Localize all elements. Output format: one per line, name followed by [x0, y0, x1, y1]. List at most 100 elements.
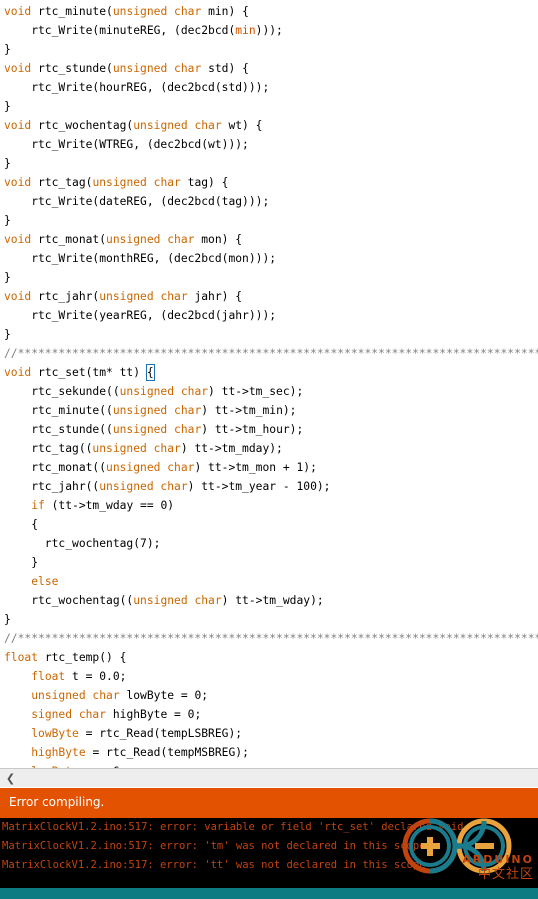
- scroll-left-arrow-icon[interactable]: ❮: [2, 769, 19, 787]
- code-line[interactable]: if (tt->tm_wday == 0): [0, 496, 538, 515]
- code-line[interactable]: void rtc_wochentag(unsigned char wt) {: [0, 116, 538, 135]
- code-line[interactable]: rtc_jahr((unsigned char) tt->tm_year - 1…: [0, 477, 538, 496]
- horizontal-scrollbar[interactable]: ❮: [0, 768, 538, 787]
- code-line[interactable]: }: [0, 553, 538, 572]
- code-token: unsigned char: [31, 689, 120, 702]
- code-token: unsigned char: [133, 119, 229, 132]
- code-token: unsigned char: [133, 594, 222, 607]
- code-line[interactable]: rtc_wochentag(7);: [0, 534, 538, 553]
- code-line[interactable]: void rtc_set(tm* tt) {: [0, 363, 538, 382]
- code-line[interactable]: float rtc_temp() {: [0, 648, 538, 667]
- code-line[interactable]: }: [0, 40, 538, 59]
- code-line[interactable]: rtc_stunde((unsigned char) tt->tm_hour);: [0, 420, 538, 439]
- code-token: ) tt->tm_mday);: [180, 442, 283, 455]
- code-line[interactable]: rtc_Write(minuteREG, (dec2bcd(min)));: [0, 21, 538, 40]
- code-line[interactable]: void rtc_minute(unsigned char min) {: [0, 2, 538, 21]
- code-line[interactable]: }: [0, 154, 538, 173]
- code-line[interactable]: rtc_Write(yearREG, (dec2bcd(jahr)));: [0, 306, 538, 325]
- code-line[interactable]: {: [0, 515, 538, 534]
- code-token: tag) {: [187, 176, 229, 189]
- console-error-line: MatrixClockV1.2.ino:517: error: 'tt' was…: [2, 859, 426, 871]
- code-token: rtc_sekunde((: [4, 385, 120, 398]
- code-line[interactable]: rtc_Write(hourREG, (dec2bcd(std)));: [0, 78, 538, 97]
- code-line[interactable]: signed char highByte = 0;: [0, 705, 538, 724]
- code-token: ) tt->tm_min);: [201, 404, 297, 417]
- code-line[interactable]: rtc_tag((unsigned char) tt->tm_mday);: [0, 439, 538, 458]
- code-token: if: [31, 499, 45, 512]
- code-token: rtc_jahr(: [38, 290, 100, 303]
- code-line[interactable]: rtc_monat((unsigned char) tt->tm_mon + 1…: [0, 458, 538, 477]
- code-token: else: [31, 575, 59, 588]
- code-token: unsigned char: [92, 442, 181, 455]
- code-token: unsigned char: [99, 480, 188, 493]
- code-line[interactable]: void rtc_tag(unsigned char tag) {: [0, 173, 538, 192]
- code-line[interactable]: highByte = rtc_Read(tempMSBREG);: [0, 743, 538, 762]
- code-token: ) tt->tm_mon + 1);: [194, 461, 317, 474]
- code-token: float: [4, 651, 45, 664]
- code-token: highByte = 0;: [106, 708, 202, 721]
- code-token: rtc_jahr((: [4, 480, 100, 493]
- code-token: {: [4, 518, 39, 531]
- code-token: void: [4, 62, 39, 75]
- code-token: }: [4, 556, 39, 569]
- code-token: unsigned char: [106, 233, 202, 246]
- arduino-ide-window: void rtc_minute(unsigned char min) { rtc…: [0, 0, 538, 899]
- code-line[interactable]: void rtc_stunde(unsigned char std) {: [0, 59, 538, 78]
- code-line[interactable]: rtc_Write(monthREG, (dec2bcd(mon)));: [0, 249, 538, 268]
- code-token: (tt->tm_wday == 0): [44, 499, 175, 512]
- code-token: }: [4, 271, 11, 284]
- code-token: ) tt->tm_year - 100);: [187, 480, 331, 493]
- code-token: rtc_minute(: [38, 5, 113, 18]
- code-line[interactable]: float t = 0.0;: [0, 667, 538, 686]
- console-output[interactable]: MatrixClockV1.2.ino:517: error: variable…: [0, 816, 538, 888]
- status-bar: Error compiling.: [0, 788, 538, 816]
- console-error-line: MatrixClockV1.2.ino:517: error: variable…: [2, 821, 464, 833]
- code-line[interactable]: rtc_wochentag((unsigned char) tt->tm_wda…: [0, 591, 538, 610]
- code-token: rtc_wochentag(: [38, 119, 134, 132]
- code-line[interactable]: else: [0, 572, 538, 591]
- code-token: lowByte: [31, 727, 79, 740]
- code-token: unsigned char: [112, 5, 209, 18]
- code-token: void: [4, 176, 39, 189]
- code-line[interactable]: rtc_Write(dateREG, (dec2bcd(tag)));: [0, 192, 538, 211]
- code-token: rtc_stunde((: [4, 423, 113, 436]
- code-token: ) tt->tm_sec);: [208, 385, 304, 398]
- code-token: rtc_Write(yearREG, (dec2bcd(jahr)));: [4, 309, 277, 322]
- code-token: rtc_tag(: [38, 176, 93, 189]
- code-line[interactable]: rtc_Write(WTREG, (dec2bcd(wt)));: [0, 135, 538, 154]
- code-token: rtc_tag((: [4, 442, 93, 455]
- code-token: rtc_Write(minuteREG, (dec2bcd(: [4, 24, 236, 37]
- code-line[interactable]: void rtc_monat(unsigned char mon) {: [0, 230, 538, 249]
- code-token: rtc_Write(hourREG, (dec2bcd(std)));: [4, 81, 270, 94]
- code-editor[interactable]: void rtc_minute(unsigned char min) { rtc…: [0, 0, 538, 768]
- code-token: void: [4, 290, 39, 303]
- bracket-match-highlight: {: [145, 364, 155, 381]
- code-token: jahr) {: [194, 290, 243, 303]
- code-line[interactable]: lowByte = rtc_Read(tempLSBREG);: [0, 724, 538, 743]
- code-token: rtc_monat((: [4, 461, 107, 474]
- code-line[interactable]: }: [0, 97, 538, 116]
- code-text-area[interactable]: void rtc_minute(unsigned char min) { rtc…: [0, 2, 538, 768]
- code-token: rtc_set(tm* tt): [38, 366, 147, 379]
- code-token: = rtc_Read(tempMSBREG);: [85, 746, 249, 759]
- code-token: ) tt->tm_hour);: [201, 423, 304, 436]
- code-line[interactable]: }: [0, 610, 538, 629]
- code-line[interactable]: unsigned char lowByte = 0;: [0, 686, 538, 705]
- code-line[interactable]: }: [0, 211, 538, 230]
- code-token: unsigned char: [112, 62, 209, 75]
- code-token: rtc_Write(WTREG, (dec2bcd(wt)));: [4, 138, 249, 151]
- code-line[interactable]: //**************************************…: [0, 629, 538, 648]
- code-line[interactable]: rtc_minute((unsigned char) tt->tm_min);: [0, 401, 538, 420]
- code-token: ) tt->tm_wday);: [221, 594, 324, 607]
- code-line[interactable]: void rtc_jahr(unsigned char jahr) {: [0, 287, 538, 306]
- code-line[interactable]: //**************************************…: [0, 344, 538, 363]
- code-line[interactable]: }: [0, 268, 538, 287]
- code-token: rtc_wochentag(7);: [4, 537, 161, 550]
- code-line[interactable]: }: [0, 325, 538, 344]
- code-line[interactable]: rtc_sekunde((unsigned char) tt->tm_sec);: [0, 382, 538, 401]
